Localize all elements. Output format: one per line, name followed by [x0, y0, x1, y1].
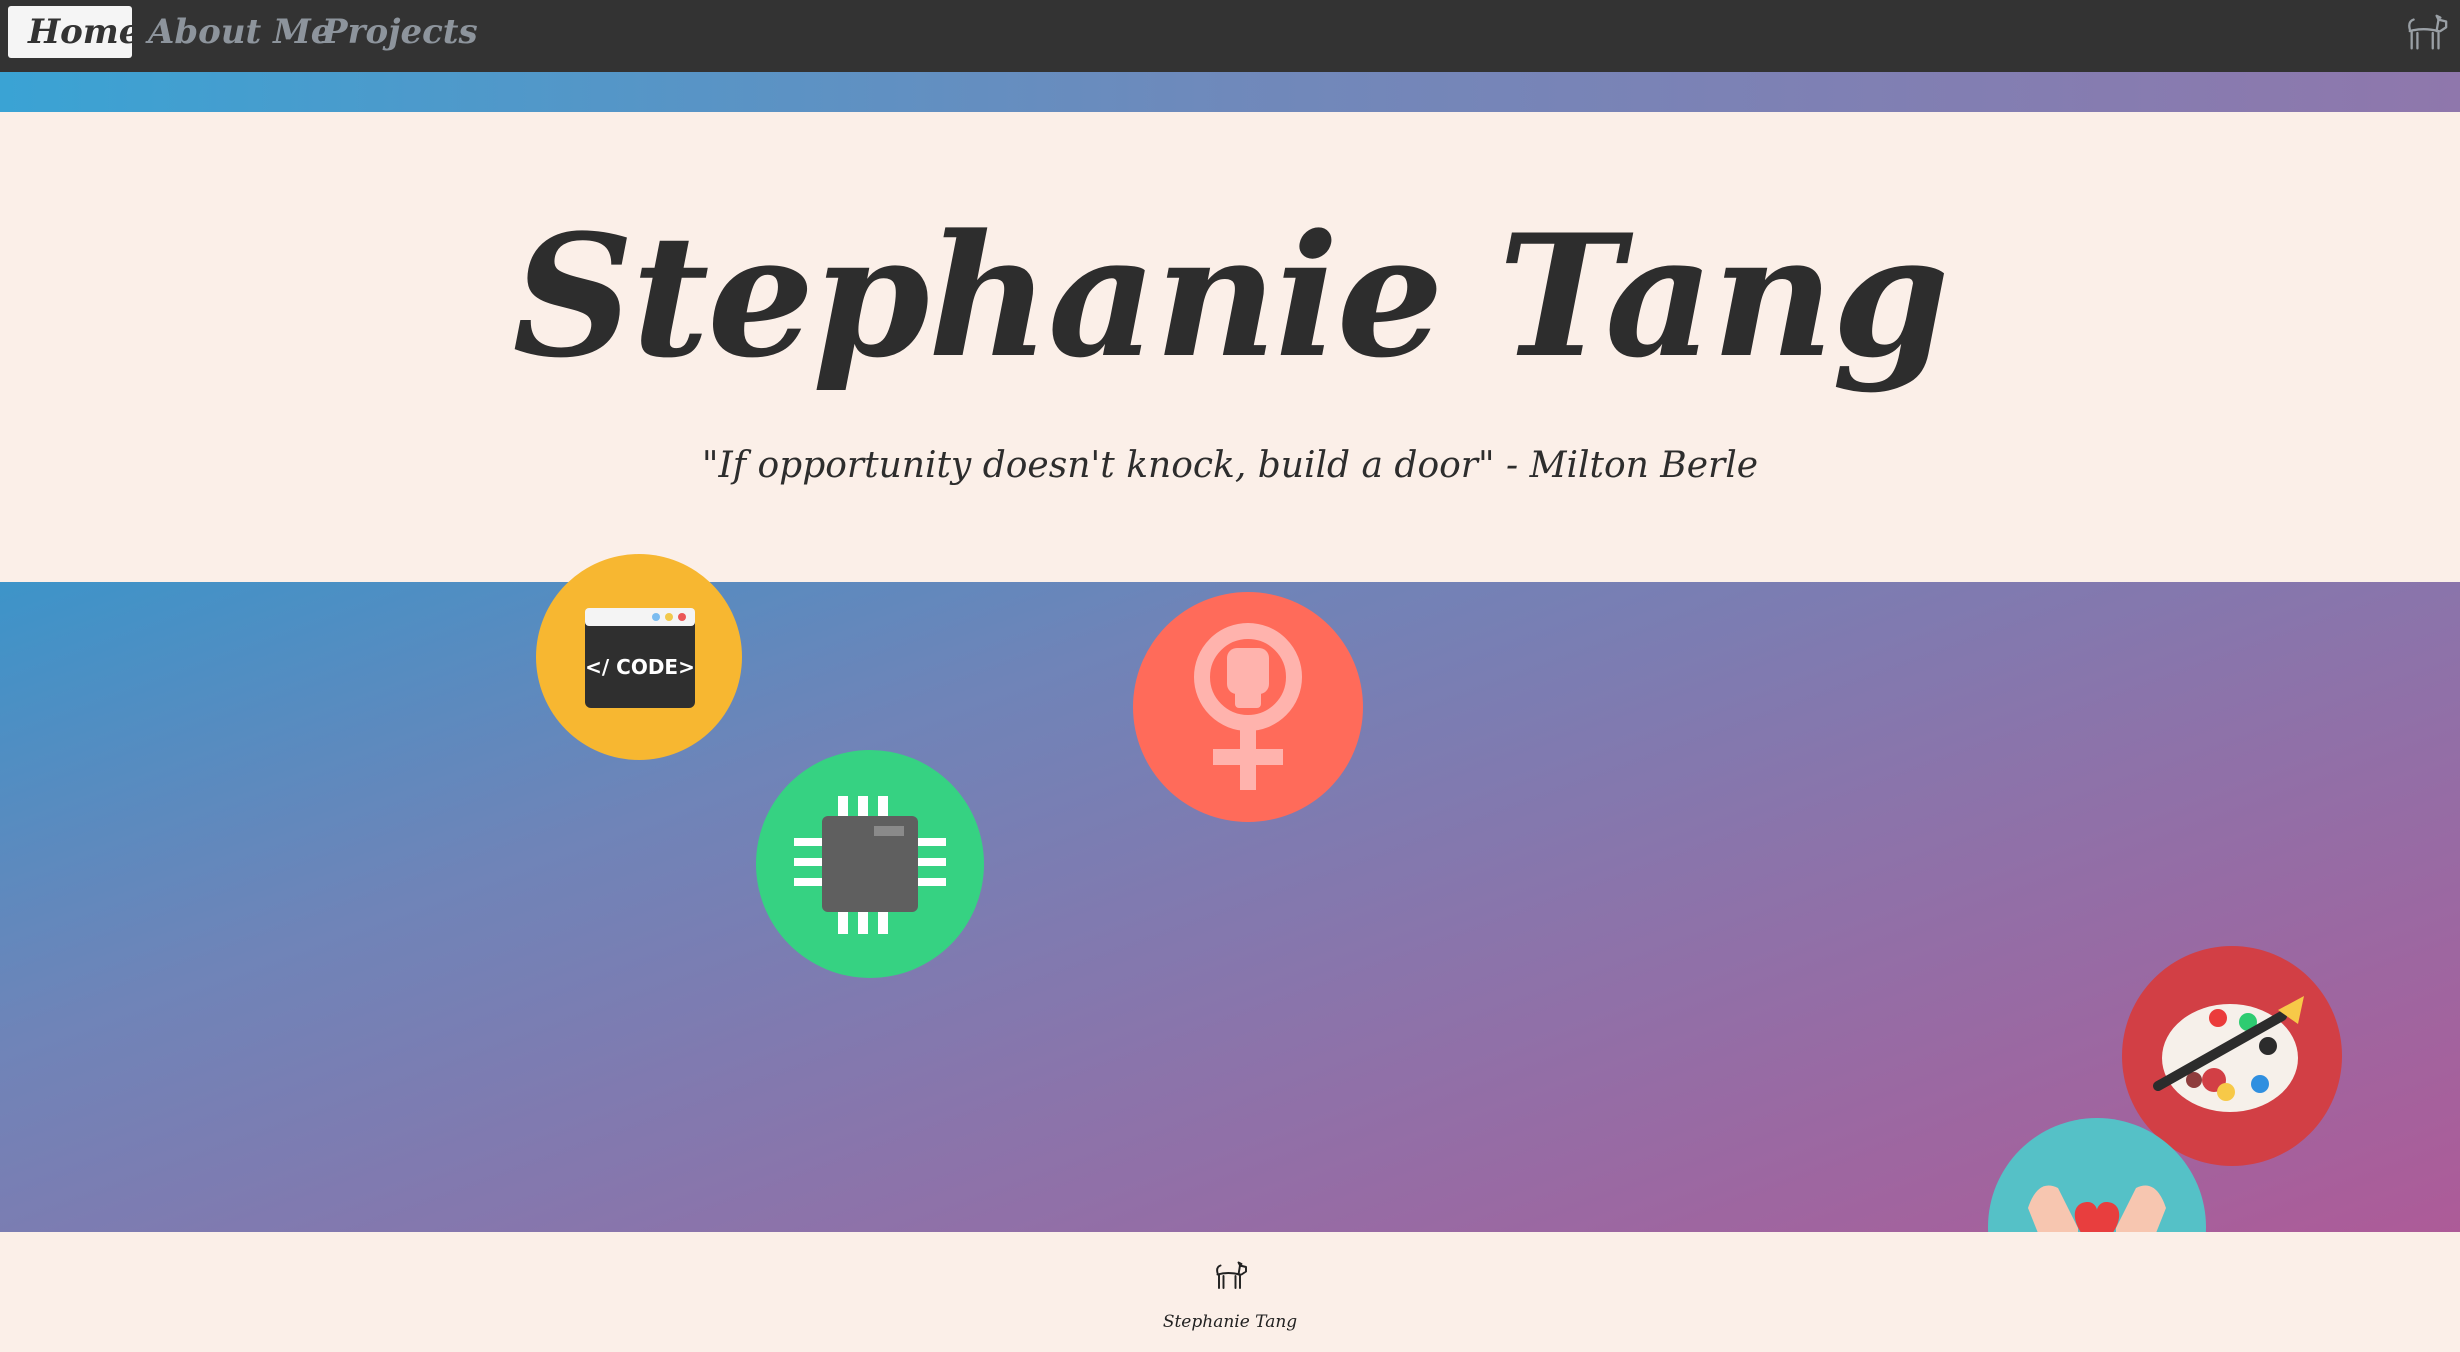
code-icon-cap — [536, 554, 742, 582]
dog-icon[interactable] — [2404, 10, 2450, 56]
nav-home-link[interactable]: Home — [8, 6, 140, 58]
footer: Stephanie Tang — [0, 1232, 2460, 1352]
nav-projects-link[interactable]: Projects — [302, 6, 498, 58]
hero-quote: "If opportunity doesn't knock, build a d… — [701, 445, 1759, 486]
gradient-strip — [0, 72, 2460, 112]
navbar: Home About Me Projects — [0, 0, 2460, 72]
heart-hands-icon[interactable] — [1988, 1118, 2206, 1232]
feminism-icon[interactable] — [1133, 592, 1363, 822]
chip-icon[interactable] — [756, 750, 984, 978]
dog-icon — [1216, 1261, 1247, 1289]
page-title: Stephanie Tang — [512, 197, 1949, 395]
footer-name: Stephanie Tang — [1162, 1312, 1298, 1332]
code-icon-label: </ CODE> — [585, 655, 695, 679]
hero-section: Stephanie Tang "If opportunity doesn't k… — [0, 112, 2460, 582]
icon-band: </ CODE> — [0, 582, 2460, 1232]
code-icon[interactable]: </ CODE> — [536, 582, 742, 760]
